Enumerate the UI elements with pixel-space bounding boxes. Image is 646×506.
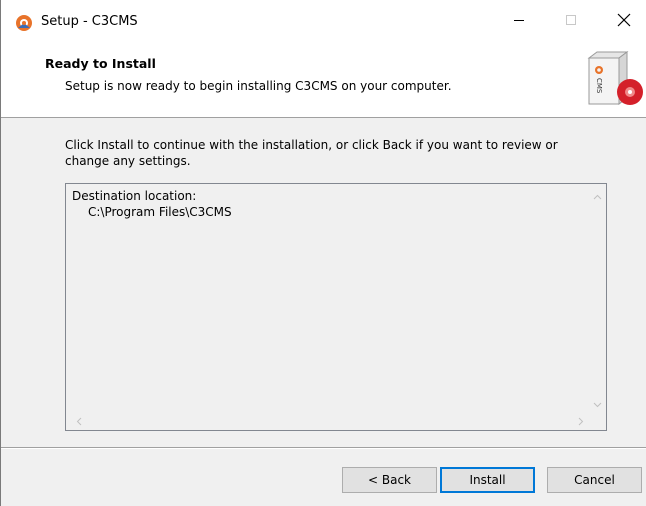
intro-text: Click Install to continue with the insta…	[65, 138, 558, 168]
close-button[interactable]	[601, 0, 646, 40]
minimize-icon	[514, 20, 524, 21]
ready-memo[interactable]: Destination location: C:\Program Files\C3…	[65, 183, 607, 431]
memo-content: Destination location: C:\Program Files\C3…	[72, 188, 232, 220]
scroll-right-button[interactable]	[572, 413, 589, 430]
scroll-left-button[interactable]	[70, 413, 87, 430]
scroll-up-button[interactable]	[589, 188, 606, 205]
horizontal-scrollbar[interactable]	[66, 413, 589, 430]
minimize-button[interactable]	[496, 0, 542, 40]
footer-divider	[1, 447, 646, 449]
setup-window: Setup - C3CMS Ready to Install Setup is …	[0, 0, 646, 506]
chevron-down-icon	[593, 402, 602, 407]
maximize-icon	[566, 15, 576, 25]
vertical-scrollbar[interactable]	[589, 184, 606, 413]
install-button[interactable]: Install	[440, 467, 535, 493]
title-bar[interactable]: Setup - C3CMS	[1, 0, 646, 40]
memo-line-destination-path: C:\Program Files\C3CMS	[88, 205, 232, 219]
scrollbar-corner	[589, 413, 606, 430]
page-title: Ready to Install	[45, 56, 156, 71]
memo-line-destination-label: Destination location:	[72, 189, 197, 203]
product-box-logo: CMS	[587, 51, 643, 105]
close-icon	[617, 13, 631, 27]
page-subtitle: Setup is now ready to begin installing C…	[65, 79, 452, 93]
cancel-button[interactable]: Cancel	[547, 467, 642, 493]
maximize-button[interactable]	[548, 0, 594, 40]
chevron-up-icon	[593, 194, 602, 199]
wizard-header: Ready to Install Setup is now ready to b…	[1, 40, 646, 118]
logo-text: CMS	[595, 78, 603, 94]
setup-app-icon	[16, 15, 32, 31]
window-title: Setup - C3CMS	[41, 14, 138, 29]
back-button[interactable]: < Back	[342, 467, 437, 493]
chevron-right-icon	[578, 417, 583, 426]
scroll-down-button[interactable]	[589, 396, 606, 413]
chevron-left-icon	[76, 417, 81, 426]
